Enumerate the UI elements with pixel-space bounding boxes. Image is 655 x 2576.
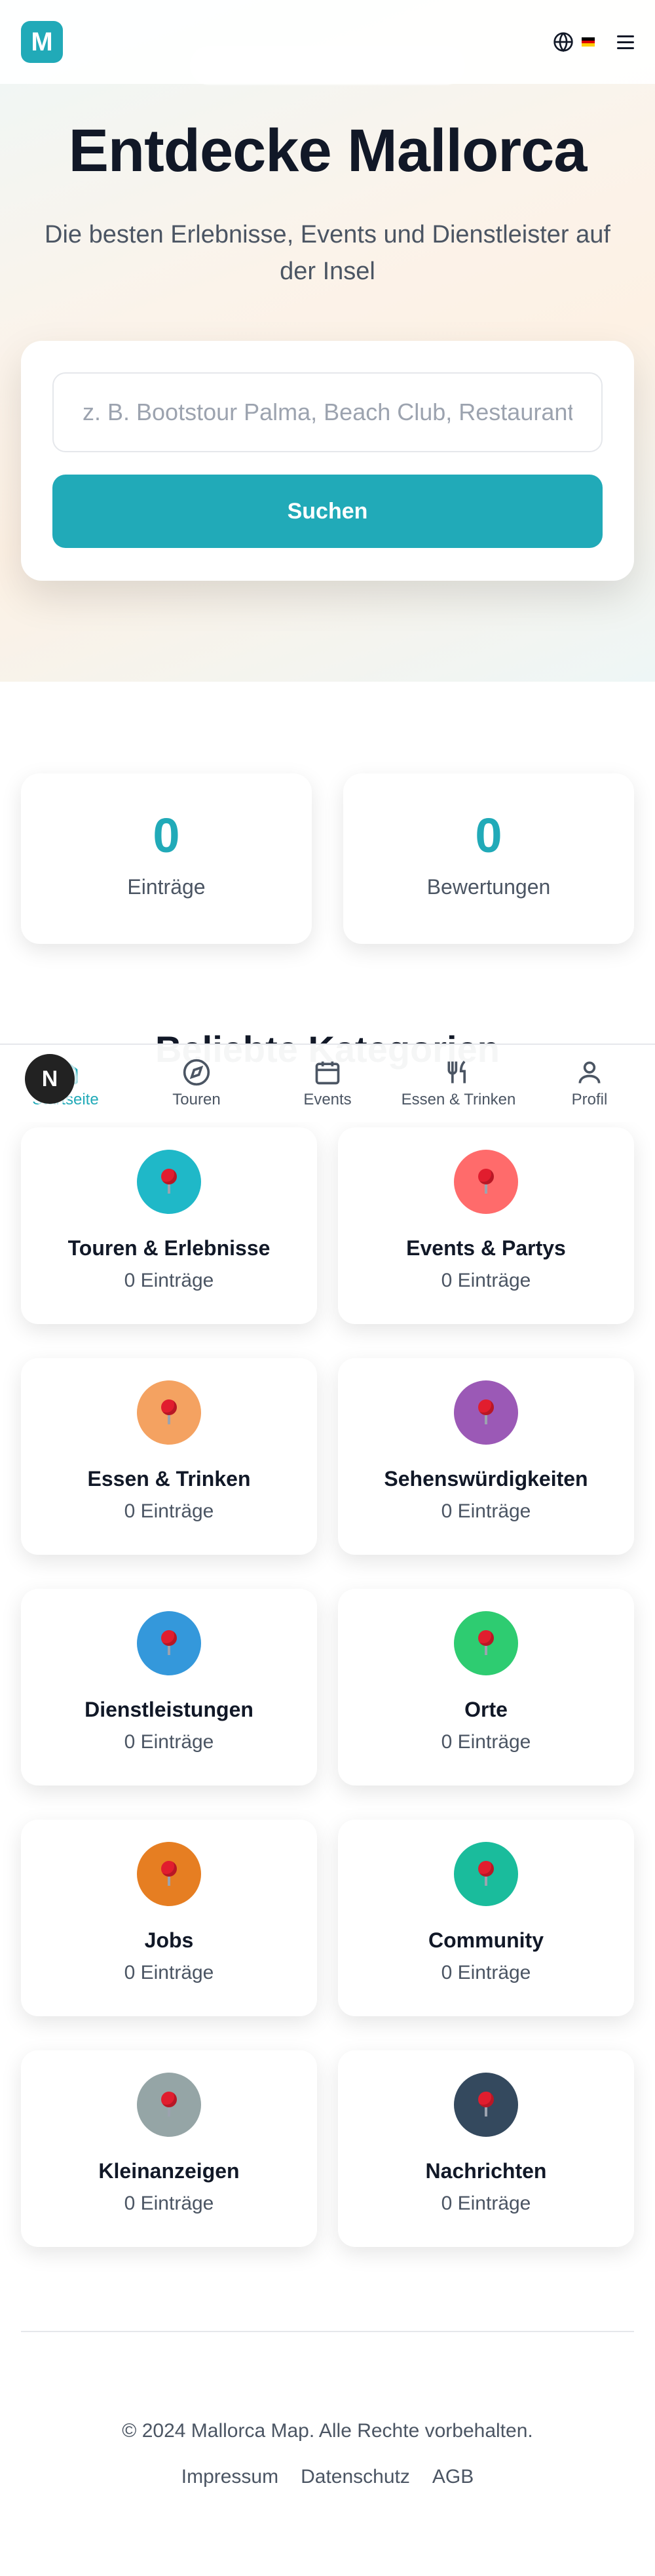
category-icon-circle	[454, 1150, 518, 1214]
stat-label: Einträge	[127, 875, 206, 899]
category-count: 0 Einträge	[441, 1500, 531, 1522]
category-card[interactable]: Sehenswürdigkeiten 0 Einträge	[338, 1358, 634, 1555]
category-icon-circle	[137, 1380, 201, 1445]
map-pin-icon	[476, 1630, 496, 1656]
stat-value: 0	[153, 808, 180, 863]
stat-card-reviews: 0 Bewertungen	[343, 773, 634, 944]
category-count: 0 Einträge	[124, 1962, 214, 1983]
category-card[interactable]: Touren & Erlebnisse 0 Einträge	[21, 1127, 317, 1324]
footer-link-impressum[interactable]: Impressum	[181, 2466, 278, 2488]
search-input[interactable]	[52, 372, 603, 452]
map-pin-icon	[476, 2092, 496, 2118]
category-icon-circle	[454, 1611, 518, 1675]
compass-icon	[183, 1059, 210, 1086]
category-count: 0 Einträge	[124, 2193, 214, 2214]
category-card[interactable]: Community 0 Einträge	[338, 1820, 634, 2016]
nav-label: Profil	[571, 1091, 608, 1108]
category-count: 0 Einträge	[441, 1270, 531, 1291]
nav-label: Events	[303, 1091, 352, 1108]
map-pin-icon	[159, 1861, 179, 1887]
search-button[interactable]: Suchen	[52, 475, 603, 548]
category-count: 0 Einträge	[124, 1500, 214, 1522]
category-card[interactable]: Dienstleistungen 0 Einträge	[21, 1589, 317, 1786]
top-header: M	[0, 0, 655, 84]
hero-section: Entdecke Mallorca Die besten Erlebnisse,…	[0, 0, 655, 682]
map-pin-icon	[159, 1169, 179, 1195]
category-card[interactable]: Kleinanzeigen 0 Einträge	[21, 2050, 317, 2247]
category-card[interactable]: Jobs 0 Einträge	[21, 1820, 317, 2016]
category-title: Nachrichten	[425, 2159, 547, 2183]
category-title: Kleinanzeigen	[98, 2159, 240, 2183]
nav-label: Touren	[172, 1091, 221, 1108]
globe-icon	[553, 32, 573, 52]
nav-item-events[interactable]: Events	[262, 1045, 393, 1122]
category-icon-circle	[137, 1842, 201, 1906]
german-flag-icon	[582, 37, 595, 47]
category-title: Sehenswürdigkeiten	[384, 1467, 588, 1491]
category-title: Events & Partys	[406, 1236, 566, 1260]
category-card[interactable]: Events & Partys 0 Einträge	[338, 1127, 634, 1324]
stat-label: Bewertungen	[426, 875, 551, 899]
category-count: 0 Einträge	[441, 2193, 531, 2214]
map-pin-icon	[476, 1399, 496, 1426]
category-icon-circle	[137, 1150, 201, 1214]
category-title: Community	[428, 1928, 544, 1952]
footer-links: Impressum Datenschutz AGB	[0, 2466, 655, 2488]
category-title: Orte	[464, 1698, 508, 1721]
category-title: Dienstleistungen	[84, 1698, 253, 1721]
category-count: 0 Einträge	[124, 1731, 214, 1753]
nav-item-profile[interactable]: Profil	[524, 1045, 655, 1122]
nav-label: Essen & Trinken	[401, 1091, 516, 1108]
hero-subtitle: Die besten Erlebnisse, Events und Dienst…	[45, 221, 610, 285]
nav-item-tours[interactable]: Touren	[131, 1045, 262, 1122]
map-pin-icon	[159, 2092, 179, 2118]
category-card[interactable]: Essen & Trinken 0 Einträge	[21, 1358, 317, 1555]
footer-copyright: © 2024 Mallorca Map. Alle Rechte vorbeha…	[122, 2420, 533, 2442]
category-count: 0 Einträge	[124, 1270, 214, 1291]
category-count: 0 Einträge	[441, 1731, 531, 1753]
map-pin-icon	[159, 1630, 179, 1656]
hamburger-menu-icon[interactable]	[617, 35, 634, 49]
language-switcher[interactable]	[553, 31, 595, 52]
map-pin-icon	[159, 1399, 179, 1426]
user-icon	[578, 1061, 601, 1083]
category-icon-circle	[454, 2073, 518, 2137]
hero-title: Entdecke Mallorca	[68, 117, 588, 184]
calendar-icon	[315, 1061, 340, 1085]
category-icon-circle	[454, 1380, 518, 1445]
floating-avatar-button[interactable]: N	[25, 1054, 75, 1104]
nav-item-food[interactable]: Essen & Trinken	[393, 1045, 524, 1122]
footer-divider	[21, 2331, 634, 2332]
category-title: Touren & Erlebnisse	[67, 1236, 271, 1260]
category-card[interactable]: Nachrichten 0 Einträge	[338, 2050, 634, 2247]
utensils-icon	[447, 1061, 466, 1083]
footer-link-agb[interactable]: AGB	[432, 2466, 474, 2488]
stat-value: 0	[475, 808, 502, 863]
category-title: Jobs	[144, 1928, 194, 1952]
category-card[interactable]: Orte 0 Einträge	[338, 1589, 634, 1786]
category-icon-circle	[137, 1611, 201, 1675]
stat-card-entries: 0 Einträge	[21, 773, 312, 944]
category-count: 0 Einträge	[441, 1962, 531, 1983]
map-pin-icon	[476, 1861, 496, 1887]
category-title: Essen & Trinken	[87, 1467, 251, 1491]
logo[interactable]: M	[21, 21, 63, 63]
category-icon-circle	[137, 2073, 201, 2137]
category-icon-circle	[454, 1842, 518, 1906]
search-card: Suchen	[21, 341, 634, 581]
bottom-navigation: Startseite Touren Events Essen & Trinken…	[0, 1044, 655, 1122]
map-pin-icon	[476, 1169, 496, 1195]
footer-link-datenschutz[interactable]: Datenschutz	[301, 2466, 410, 2488]
